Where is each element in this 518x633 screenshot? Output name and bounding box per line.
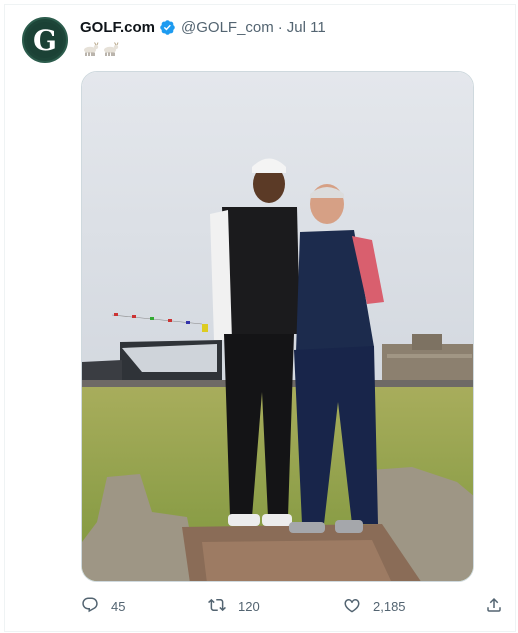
like-button[interactable]: 2,185 [343,595,406,617]
like-count: 2,185 [373,598,406,614]
tweet-photo[interactable] [81,71,474,582]
author-handle[interactable]: @GOLF_com [181,19,274,36]
heart-icon [343,596,361,617]
tweet-text [81,40,120,58]
tweet-date[interactable]: Jul 11 [287,19,326,36]
retweet-icon [208,596,226,617]
reply-button[interactable]: 45 [81,595,125,617]
retweet-count: 120 [238,598,260,614]
goat-emoji-icon [81,40,100,58]
author-display-name[interactable]: GOLF.com [80,19,155,36]
goat-emoji-icon [101,40,120,58]
avatar[interactable]: G [22,17,68,63]
header-separator: · [277,18,283,36]
tweet-actions: 45 120 2,185 [81,595,505,617]
share-button[interactable] [485,595,503,617]
retweet-button[interactable]: 120 [208,595,260,617]
avatar-logo: G [27,22,63,58]
reply-icon [81,596,99,617]
verified-badge-icon [159,19,176,36]
share-icon [485,596,503,617]
reply-count: 45 [111,598,126,614]
tweet-header: GOLF.com @GOLF_com · Jul 11 [80,17,326,37]
